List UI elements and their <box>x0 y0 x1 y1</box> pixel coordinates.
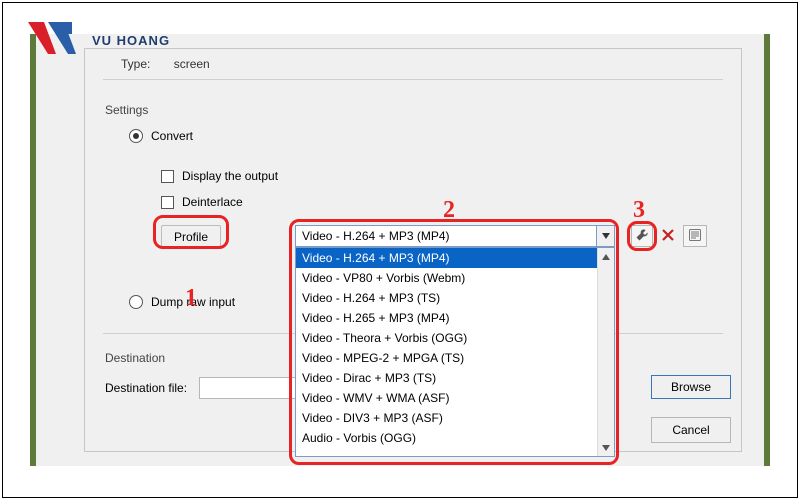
dump-raw-radio-row[interactable]: Dump raw input <box>129 295 235 309</box>
convert-label: Convert <box>151 129 193 143</box>
cancel-button-label: Cancel <box>672 423 709 437</box>
divider <box>103 79 723 80</box>
dump-raw-radio[interactable] <box>129 295 143 309</box>
vuhoang-logo: VU HOANG <box>26 20 170 60</box>
profile-option[interactable]: Video - VP80 + Vorbis (Webm) <box>296 268 597 288</box>
chevron-down-icon[interactable] <box>596 226 614 246</box>
new-profile-icon <box>688 228 702 245</box>
logo-mark-icon <box>26 20 86 60</box>
convert-dialog: Type: screen Settings Convert Display th… <box>84 48 742 452</box>
delete-profile-button[interactable] <box>657 225 679 247</box>
logo-text: VU HOANG <box>92 33 170 48</box>
profile-dropdown-value: Video - H.264 + MP3 (MP4) <box>302 229 450 243</box>
display-output-row[interactable]: Display the output <box>161 169 278 183</box>
annotation-number: 2 <box>443 197 455 224</box>
browse-button-label: Browse <box>671 380 711 394</box>
profile-option[interactable]: Video - Dirac + MP3 (TS) <box>296 368 597 388</box>
profile-dropdown-list[interactable]: Video - H.264 + MP3 (MP4) Video - VP80 +… <box>295 247 615 457</box>
new-profile-button[interactable] <box>683 225 707 247</box>
dropdown-scrollbar[interactable] <box>597 248 614 456</box>
type-value: screen <box>174 57 210 71</box>
display-output-label: Display the output <box>182 169 278 183</box>
profile-option[interactable]: Video - H.264 + MP3 (TS) <box>296 288 597 308</box>
settings-heading: Settings <box>105 103 148 117</box>
profile-option[interactable]: Audio - Vorbis (OGG) <box>296 428 597 448</box>
profile-option[interactable]: Video - H.265 + MP3 (MP4) <box>296 308 597 328</box>
scroll-up-icon[interactable] <box>598 248 614 265</box>
convert-radio[interactable] <box>129 129 143 143</box>
display-output-checkbox[interactable] <box>161 170 174 183</box>
convert-radio-row[interactable]: Convert <box>129 129 193 143</box>
scroll-down-icon[interactable] <box>598 439 614 456</box>
profile-label: Profile <box>161 225 221 249</box>
wrench-icon <box>635 228 649 245</box>
profile-option[interactable]: Video - H.264 + MP3 (MP4) <box>296 248 597 268</box>
edit-profile-button[interactable] <box>631 225 653 247</box>
destination-file-label: Destination file: <box>105 381 187 395</box>
profile-option[interactable]: Video - MPEG-2 + MPGA (TS) <box>296 348 597 368</box>
profile-dropdown[interactable]: Video - H.264 + MP3 (MP4) <box>295 225 615 247</box>
app-background: Type: screen Settings Convert Display th… <box>30 34 770 466</box>
close-icon <box>661 228 675 245</box>
deinterlace-checkbox[interactable] <box>161 196 174 209</box>
cancel-button[interactable]: Cancel <box>651 417 731 443</box>
annotation-number: 3 <box>633 197 645 224</box>
decor-stripe-right <box>764 34 770 466</box>
decor-stripe-left <box>30 34 36 466</box>
deinterlace-row[interactable]: Deinterlace <box>161 195 243 209</box>
deinterlace-label: Deinterlace <box>182 195 243 209</box>
profile-option[interactable]: Video - WMV + WMA (ASF) <box>296 388 597 408</box>
browse-button[interactable]: Browse <box>651 375 731 399</box>
profile-option[interactable]: Video - Theora + Vorbis (OGG) <box>296 328 597 348</box>
destination-heading: Destination <box>105 351 165 365</box>
annotation-number: 1 <box>185 285 197 312</box>
profile-option-list: Video - H.264 + MP3 (MP4) Video - VP80 +… <box>296 248 597 456</box>
profile-option[interactable]: Video - DIV3 + MP3 (ASF) <box>296 408 597 428</box>
